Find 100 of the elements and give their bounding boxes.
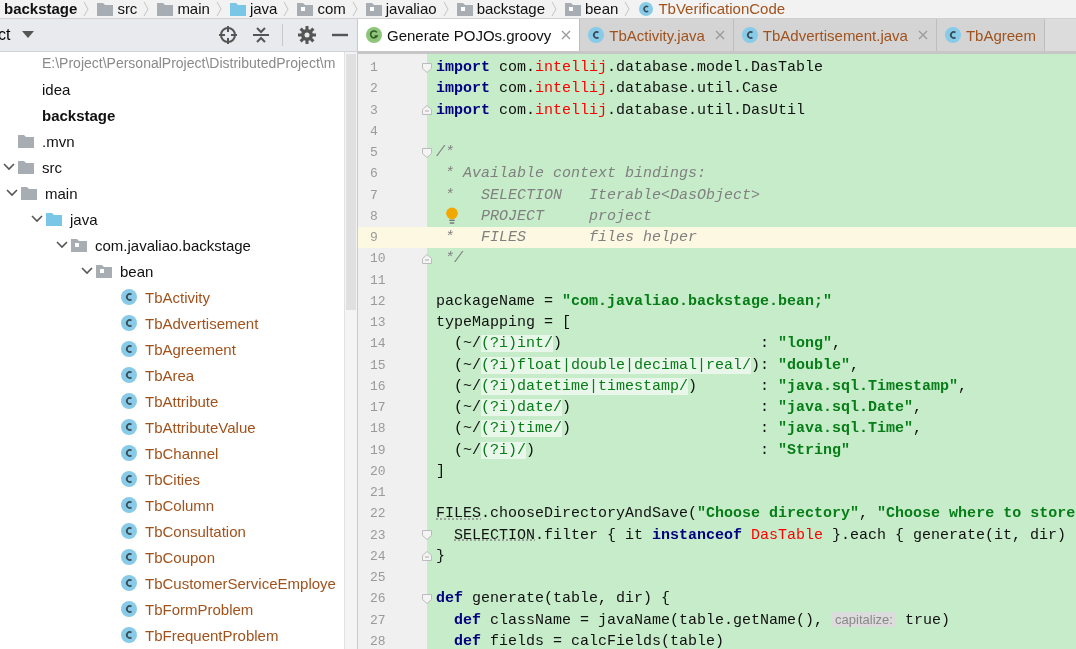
class-icon [121,523,137,539]
tree-item[interactable]: TbFormProblem [145,600,254,618]
tree-item[interactable]: src [42,158,62,176]
code-line: SELECTION.filter { it instanceof DasTable }.each { generate(it, dir) [454,525,1067,546]
tree-item[interactable]: TbCities [145,470,200,488]
folder-icon [229,2,246,16]
line-number: 5 [369,144,379,162]
class-icon [121,497,137,513]
tree-item[interactable]: TbAdvertisement [145,314,259,332]
code-line: packageName = "com.javaliao.backstage.bean;" [436,291,833,312]
code-line: * FILES files helper [444,228,698,248]
class-icon [121,367,137,383]
tree-item[interactable]: bean [120,262,154,280]
close-icon[interactable] [917,30,928,40]
line-number: 14 [369,335,387,354]
tree-item[interactable]: TbFrequentProblem [145,626,279,644]
tree-item[interactable]: TbCustomerServiceEmploye [145,574,336,592]
fold-marker-icon[interactable] [422,105,432,116]
class-icon [121,315,137,331]
line-number: 3 [369,101,379,120]
line-number: 11 [369,271,387,290]
package-icon [71,237,87,253]
tree-item[interactable]: .mvn [42,132,75,150]
tree-item[interactable]: TbConsultation [145,522,246,540]
collapse-icon[interactable] [252,26,270,44]
code-line: (~/(?i)date/) : "java.sql.Date", [453,398,923,418]
breadcrumb-item[interactable]: com [317,0,346,18]
tree-item[interactable]: TbAttributeValue [145,418,256,436]
line-number: 18 [369,420,387,439]
folder-icon [18,133,34,149]
line-number: 21 [369,484,387,502]
line-number: 13 [369,314,387,332]
line-number: 17 [369,399,387,417]
lightbulb-icon[interactable] [445,207,459,226]
line-number: 10 [369,250,387,269]
scrollbar[interactable] [344,52,357,649]
code-line: def generate(table, dir) { [436,589,671,610]
editor-tab[interactable]: TbActivity.java [580,19,734,51]
fold-marker-icon[interactable] [422,62,432,73]
tree-item[interactable]: com.javaliao.backstage [95,236,251,254]
tree-item[interactable]: java [70,210,98,228]
fold-marker-icon[interactable] [422,530,432,541]
breadcrumb-item[interactable]: TbVerificationCode [658,0,786,18]
code-line: (~/(?i)time/) : "java.sql.Time", [453,419,923,440]
tree-item[interactable]: TbAgreement [145,340,236,358]
tree-item[interactable]: TbColumn [145,496,215,514]
fold-marker-icon[interactable] [422,253,432,264]
breadcrumb-item[interactable]: backstage [4,0,78,18]
line-number: 20 [369,462,387,481]
tree-item[interactable]: idea [42,80,71,98]
code-line: (~/(?i)datetime|timestamp/) : "java.sql.Timestamp", [453,376,968,397]
line-number: 9 [369,229,379,247]
breadcrumb-item[interactable]: backstage [476,0,546,18]
line-number: 24 [369,547,387,566]
tree-item[interactable]: TbChannel [145,444,219,462]
breadcrumb-item[interactable]: src [117,0,138,18]
class-icon [741,27,758,43]
code-line: import com.intellij.database.util.Case [436,79,779,100]
editor-tab[interactable]: Generate POJOs.groovy [358,19,581,51]
line-number: 28 [369,632,387,649]
code-line: (~/(?i)int/) : "long", [453,334,842,355]
class-icon [588,27,605,43]
breadcrumb-item[interactable]: java [249,0,278,18]
tree-item[interactable]: E:\Project\PersonalProject\DistributedProject\m [42,55,336,71]
class-icon [121,575,137,591]
target-icon[interactable] [219,26,237,44]
code-line: def fields = calcFields(table) [454,631,725,649]
line-number: 22 [369,505,387,524]
editor-tab[interactable]: TbAdvertisement.java [733,19,937,51]
tree-item[interactable]: TbAttribute [145,392,219,410]
class-icon [121,627,137,643]
tree-item[interactable]: TbActivity [145,288,210,306]
tree-item[interactable]: TbArea [145,366,195,384]
class-icon [121,393,137,409]
line-number: 7 [369,186,379,205]
line-number: 2 [369,80,379,99]
line-number: 26 [369,590,387,609]
caret-icon[interactable] [22,31,35,39]
fold-marker-icon[interactable] [422,147,432,158]
breadcrumb-item[interactable]: main [177,0,210,18]
line-number: 12 [369,292,387,311]
tree-item[interactable]: main [45,184,78,202]
close-icon[interactable] [714,30,725,40]
code-line: * SELECTION Iterable<DasObject> [444,185,761,206]
settings-icon[interactable] [298,26,316,44]
breadcrumb-item[interactable]: bean [585,0,619,18]
breadcrumb-item[interactable]: javaliao [385,0,437,18]
fold-marker-icon[interactable] [422,551,432,562]
package-icon [96,263,112,279]
line-number: 25 [369,569,387,587]
code-line: def className = javaName(table.getName(), capitalize: true) [454,611,950,631]
tree-item[interactable]: TbCoupon [145,548,216,566]
line-number: 15 [369,356,387,375]
fold-marker-icon[interactable] [422,593,432,604]
class-icon [121,289,137,305]
line-number: 8 [369,207,379,226]
tree-item[interactable]: backstage [42,106,116,124]
code-line: (~/(?i)/) : "String" [453,440,851,461]
editor-tab[interactable]: TbAgreem [936,19,1045,51]
close-icon[interactable] [561,30,572,40]
